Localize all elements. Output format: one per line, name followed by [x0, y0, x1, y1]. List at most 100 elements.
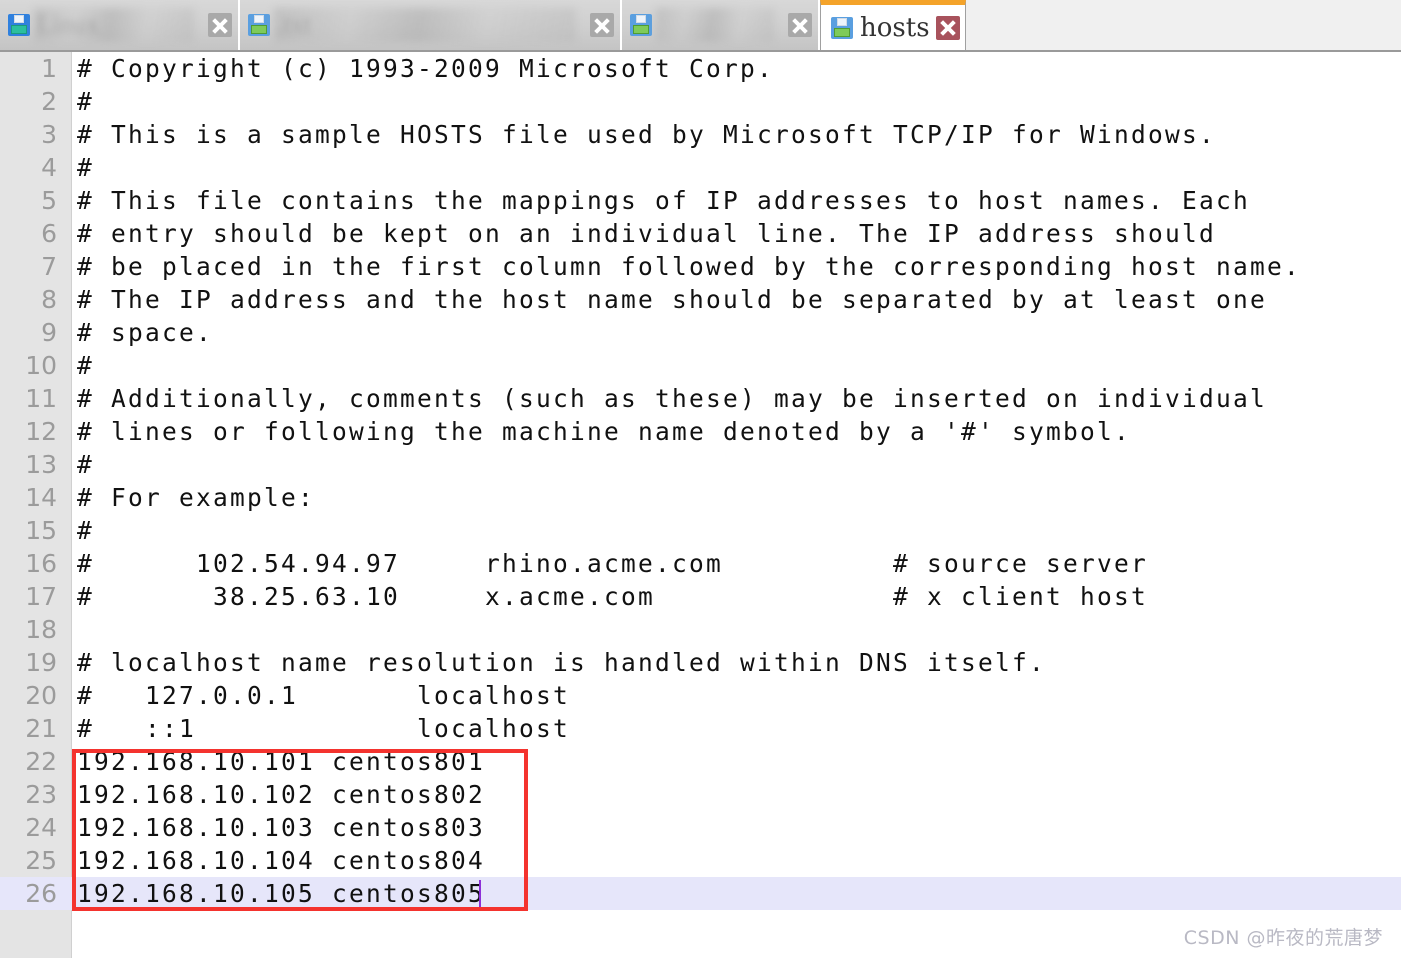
code-line[interactable]: 4 #	[0, 151, 1401, 184]
line-text: 192.168.10.103 centos803	[77, 813, 486, 842]
line-text: # This file contains the mappings of IP …	[77, 186, 1251, 215]
line-text: #	[77, 87, 95, 116]
floppy-disk-icon	[8, 14, 30, 36]
code-line[interactable]: 20 # 127.0.0.1 localhost	[0, 679, 1401, 712]
line-text: # The IP address and the host name shoul…	[77, 285, 1268, 314]
code-line[interactable]: 7 # be placed in the first column followe…	[0, 250, 1401, 283]
line-text: # be placed in the first column followed…	[77, 252, 1302, 281]
line-text: # Additionally, comments (such as these)…	[77, 384, 1268, 413]
line-number: 24	[25, 813, 57, 842]
line-number: 17	[25, 582, 57, 611]
code-line[interactable]: 1 # Copyright (c) 1993-2009 Microsoft Cor…	[0, 52, 1401, 85]
line-number: 15	[25, 516, 57, 545]
line-text: # lines or following the machine name de…	[77, 417, 1132, 446]
line-text: 192.168.10.104 centos804	[77, 846, 486, 875]
floppy-disk-icon	[630, 14, 652, 36]
code-line[interactable]: 15 #	[0, 514, 1401, 547]
line-number: 10	[25, 351, 57, 380]
line-number: 6	[41, 219, 57, 248]
line-text: #	[77, 516, 95, 545]
line-number: 25	[25, 846, 57, 875]
code-line[interactable]: 16 # 102.54.94.97 rhino.acme.com # source…	[0, 547, 1401, 580]
tab-linux[interactable]: Linux	[0, 0, 240, 50]
code-line[interactable]: 23 192.168.10.102 centos802	[0, 778, 1401, 811]
line-number: 20	[25, 681, 57, 710]
line-number: 8	[41, 285, 57, 314]
line-number: 12	[25, 417, 57, 446]
line-text: # entry should be kept on an individual …	[77, 219, 1217, 248]
close-icon[interactable]	[590, 13, 614, 37]
line-number: 23	[25, 780, 57, 809]
line-text: #	[77, 153, 95, 182]
line-text: # space.	[77, 318, 214, 347]
tab-label: Linux	[37, 10, 100, 39]
code-line[interactable]: 11 # Additionally, comments (such as thes…	[0, 382, 1401, 415]
blurred-overlay	[656, 8, 774, 42]
line-text: # ::1 localhost	[77, 714, 571, 743]
floppy-disk-icon	[248, 14, 270, 36]
line-text: 192.168.10.101 centos801	[77, 747, 486, 776]
close-icon[interactable]	[208, 13, 232, 37]
text-editor[interactable]: 1 # Copyright (c) 1993-2009 Microsoft Cor…	[0, 52, 1401, 958]
line-text: # 38.25.63.10 x.acme.com # x client host	[77, 582, 1149, 611]
floppy-disk-icon	[831, 16, 853, 39]
code-line[interactable]: 13 #	[0, 448, 1401, 481]
tab-unnamed[interactable]	[622, 0, 820, 50]
line-number: 4	[41, 153, 57, 182]
close-icon[interactable]	[935, 15, 960, 40]
line-text: # 102.54.94.97 rhino.acme.com # source s…	[77, 549, 1149, 578]
line-number: 7	[41, 252, 57, 281]
code-line[interactable]: 18	[0, 613, 1401, 646]
code-line[interactable]: 21 # ::1 localhost	[0, 712, 1401, 745]
close-icon[interactable]	[788, 13, 812, 37]
watermark: CSDN @昨夜的荒唐梦	[1183, 927, 1383, 949]
line-number: 5	[41, 186, 57, 215]
code-line[interactable]: 19 # localhost name resolution is handled…	[0, 646, 1401, 679]
line-number: 18	[25, 615, 57, 644]
code-line[interactable]: 26 192.168.10.105 centos805	[0, 877, 1401, 910]
editor-window: Linux .txt hosts 1 # Copyright (c) 1993-…	[0, 0, 1401, 958]
line-text: # For example:	[77, 483, 316, 512]
code-line[interactable]: 12 # lines or following the machine name …	[0, 415, 1401, 448]
line-text: 192.168.10.105 centos805	[77, 879, 486, 908]
code-line[interactable]: 22 192.168.10.101 centos801	[0, 745, 1401, 778]
line-number: 1	[41, 54, 57, 83]
code-line[interactable]: 8 # The IP address and the host name shou…	[0, 283, 1401, 316]
code-area[interactable]: 1 # Copyright (c) 1993-2009 Microsoft Cor…	[0, 52, 1401, 958]
code-line[interactable]: 3 # This is a sample HOSTS file used by M…	[0, 118, 1401, 151]
tab-label: hosts	[860, 12, 930, 43]
tab-label: .txt	[277, 10, 311, 39]
code-line[interactable]: 25 192.168.10.104 centos804	[0, 844, 1401, 877]
code-line[interactable]: 10 #	[0, 349, 1401, 382]
line-number: 22	[25, 747, 57, 776]
line-text: # This is a sample HOSTS file used by Mi…	[77, 120, 1217, 149]
code-line[interactable]: 14 # For example:	[0, 481, 1401, 514]
line-number: 13	[25, 450, 57, 479]
code-line[interactable]: 5 # This file contains the mappings of IP…	[0, 184, 1401, 217]
line-number: 26	[25, 879, 57, 908]
blurred-overlay	[274, 8, 576, 42]
line-number: 3	[41, 120, 57, 149]
line-text: # Copyright (c) 1993-2009 Microsoft Corp…	[77, 54, 775, 83]
line-number: 11	[25, 384, 57, 413]
tab-bar-filler	[966, 0, 1401, 50]
tab-bar: Linux .txt hosts	[0, 0, 1401, 52]
tab-hosts[interactable]: hosts	[820, 0, 966, 50]
line-number: 21	[25, 714, 57, 743]
line-text: 192.168.10.102 centos802	[77, 780, 486, 809]
line-number: 9	[41, 318, 57, 347]
code-line[interactable]: 9 # space.	[0, 316, 1401, 349]
code-line[interactable]: 17 # 38.25.63.10 x.acme.com # x client ho…	[0, 580, 1401, 613]
line-text: # 127.0.0.1 localhost	[77, 681, 571, 710]
line-text: #	[77, 351, 95, 380]
line-text: #	[77, 450, 95, 479]
line-number: 2	[41, 87, 57, 116]
line-text: # localhost name resolution is handled w…	[77, 648, 1047, 677]
line-number: 14	[25, 483, 57, 512]
line-number: 19	[25, 648, 57, 677]
code-line[interactable]: 24 192.168.10.103 centos803	[0, 811, 1401, 844]
text-caret	[479, 880, 481, 907]
code-line[interactable]: 6 # entry should be kept on an individual…	[0, 217, 1401, 250]
tab-txt[interactable]: .txt	[240, 0, 622, 50]
code-line[interactable]: 2 #	[0, 85, 1401, 118]
